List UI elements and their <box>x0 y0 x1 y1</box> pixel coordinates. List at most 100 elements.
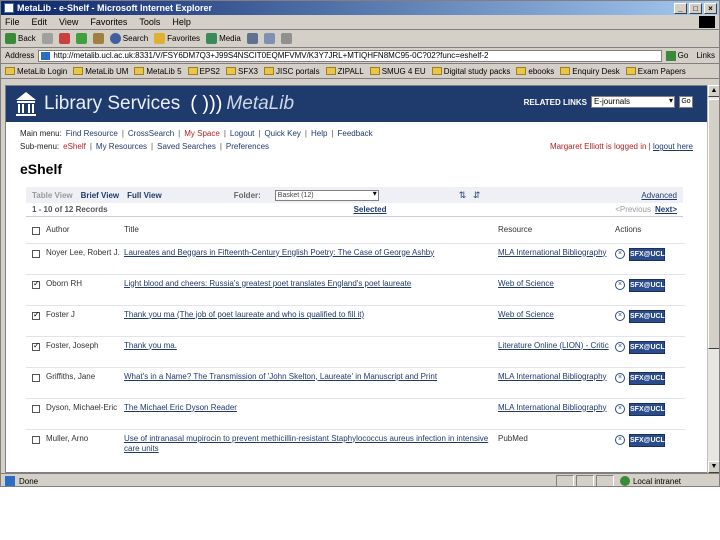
close-button[interactable]: × <box>704 2 717 14</box>
sfx-ucl-button[interactable]: SFX@UCL <box>629 402 665 416</box>
menu-view[interactable]: View <box>59 17 78 27</box>
search-button[interactable]: Search <box>109 33 148 44</box>
link-item[interactable]: EPS2 <box>187 67 220 76</box>
nav-crosssearch[interactable]: CrossSearch <box>128 129 174 138</box>
delete-record-icon[interactable]: × <box>615 311 625 321</box>
nav-find-resource[interactable]: Find Resource <box>66 129 118 138</box>
link-item[interactable]: Enquiry Desk <box>560 67 620 76</box>
menu-favorites[interactable]: Favorites <box>90 17 127 27</box>
full-view-link[interactable]: Full View <box>127 191 162 200</box>
nav-logout[interactable]: Logout <box>230 129 254 138</box>
select-all-checkbox[interactable] <box>32 226 40 235</box>
row-checkbox[interactable] <box>32 435 40 444</box>
next-link[interactable]: Next> <box>655 205 677 214</box>
link-item[interactable]: MetaLib UM <box>73 67 128 76</box>
table-row: Griffiths, Jane What's in a Name? The Tra… <box>26 366 685 398</box>
menu-file[interactable]: File <box>5 17 20 27</box>
row-checkbox[interactable] <box>32 279 40 289</box>
delete-record-icon[interactable]: × <box>615 373 625 383</box>
column-header-resource[interactable]: Resource <box>498 217 615 243</box>
delete-record-icon[interactable]: × <box>615 404 625 414</box>
history-button[interactable] <box>246 33 258 44</box>
scroll-thumb[interactable] <box>708 99 719 349</box>
home-button[interactable] <box>92 33 104 44</box>
advanced-link[interactable]: Advanced <box>641 191 677 200</box>
logout-here-link[interactable]: logout here <box>653 142 693 151</box>
link-item[interactable]: SMUG 4 EU <box>369 67 426 76</box>
nav-my-space[interactable]: My Space <box>184 129 220 138</box>
sub-eshelf[interactable]: eShelf <box>63 142 86 151</box>
menu-edit[interactable]: Edit <box>32 17 48 27</box>
forward-button[interactable] <box>41 33 53 44</box>
row-checkbox[interactable] <box>32 310 40 320</box>
print-button[interactable] <box>280 33 292 44</box>
refresh-button[interactable] <box>75 33 87 44</box>
scroll-up-button[interactable]: ▲ <box>708 85 719 97</box>
nav-help[interactable]: Help <box>311 129 327 138</box>
media-button[interactable]: Media <box>206 33 241 44</box>
sort-icon[interactable]: ⇅ ⇵ <box>459 190 483 201</box>
go-button[interactable]: Go <box>665 50 693 61</box>
row-checkbox[interactable] <box>32 373 40 382</box>
nav-quick-key[interactable]: Quick Key <box>264 129 300 138</box>
related-links-select[interactable]: E-journals <box>591 96 675 108</box>
sub-my-resources[interactable]: My Resources <box>96 142 147 151</box>
row-title-link[interactable]: Thank you ma (The job of poet laureate a… <box>124 304 498 336</box>
mail-button[interactable] <box>263 33 275 44</box>
menu-help[interactable]: Help <box>172 17 191 27</box>
row-resource[interactable]: MLA International Bibliography <box>498 242 615 274</box>
sfx-ucl-button[interactable]: SFX@UCL <box>629 433 665 447</box>
row-resource[interactable]: Web of Science <box>498 273 615 305</box>
row-resource[interactable]: Literature Online (LION) - Critic <box>498 335 615 367</box>
maximize-button[interactable]: □ <box>689 2 702 14</box>
delete-record-icon[interactable]: × <box>615 435 625 445</box>
link-item[interactable]: JISC portals <box>264 67 320 76</box>
delete-record-icon[interactable]: × <box>615 280 625 290</box>
folder-select[interactable]: Basket (12) <box>274 189 379 201</box>
row-checkbox[interactable] <box>32 341 40 351</box>
link-item[interactable]: MetaLib 5 <box>134 67 182 76</box>
delete-record-icon[interactable]: × <box>615 249 625 259</box>
column-header-author[interactable]: Author <box>46 217 124 243</box>
address-input[interactable]: http://metalib.ucl.ac.uk:8331/V/FSY6DM7Q… <box>38 49 662 62</box>
row-title-link[interactable]: The Michael Eric Dyson Reader <box>124 397 498 429</box>
column-header-title[interactable]: Title <box>124 217 498 243</box>
row-title-link[interactable]: What's in a Name? The Transmission of 'J… <box>124 366 498 398</box>
row-checkbox[interactable] <box>32 404 40 413</box>
sfx-ucl-button[interactable]: SFX@UCL <box>629 309 665 323</box>
row-resource[interactable]: Web of Science <box>498 304 615 336</box>
sfx-ucl-button[interactable]: SFX@UCL <box>629 340 665 354</box>
selected-link[interactable]: Selected <box>354 205 387 214</box>
related-go-button[interactable]: Go <box>679 96 693 108</box>
sfx-ucl-button[interactable]: SFX@UCL <box>629 247 665 261</box>
link-item[interactable]: ZIPALL <box>325 67 364 76</box>
brief-view-link[interactable]: Brief View <box>81 191 120 200</box>
link-item[interactable]: MetaLib Login <box>5 67 67 76</box>
sub-preferences[interactable]: Preferences <box>226 142 269 151</box>
link-item[interactable]: Digital study packs <box>431 67 510 76</box>
link-item[interactable]: SFX3 <box>226 67 258 76</box>
link-item[interactable]: Exam Papers <box>625 67 686 76</box>
links-label[interactable]: Links <box>696 51 719 60</box>
nav-feedback[interactable]: Feedback <box>338 129 373 138</box>
stop-button[interactable] <box>58 33 70 44</box>
link-item[interactable]: ebooks <box>516 67 554 76</box>
back-button[interactable]: Back <box>5 33 36 44</box>
row-checkbox[interactable] <box>32 249 40 258</box>
row-title-link[interactable]: Thank you ma. <box>124 335 498 367</box>
row-title-link[interactable]: Laureates and Beggars in Fifteenth-Centu… <box>124 242 498 274</box>
row-resource[interactable]: MLA International Bibliography <box>498 366 615 398</box>
row-title-link[interactable]: Use of intranasal mupirocin to prevent m… <box>124 428 498 460</box>
minimize-button[interactable]: _ <box>674 2 687 14</box>
sub-saved-searches[interactable]: Saved Searches <box>157 142 216 151</box>
row-title-link[interactable]: Light blood and cheers: Russia's greates… <box>124 273 498 305</box>
table-view-link[interactable]: Table View <box>32 191 73 200</box>
scroll-down-button[interactable]: ▼ <box>708 461 719 473</box>
delete-record-icon[interactable]: × <box>615 342 625 352</box>
vertical-scrollbar[interactable]: ▲ ▼ <box>707 85 719 473</box>
sfx-ucl-button[interactable]: SFX@UCL <box>629 371 665 385</box>
menu-tools[interactable]: Tools <box>139 17 160 27</box>
row-resource[interactable]: MLA International Bibliography <box>498 397 615 429</box>
favorites-button[interactable]: Favorites <box>154 33 200 44</box>
sfx-ucl-button[interactable]: SFX@UCL <box>629 278 665 292</box>
